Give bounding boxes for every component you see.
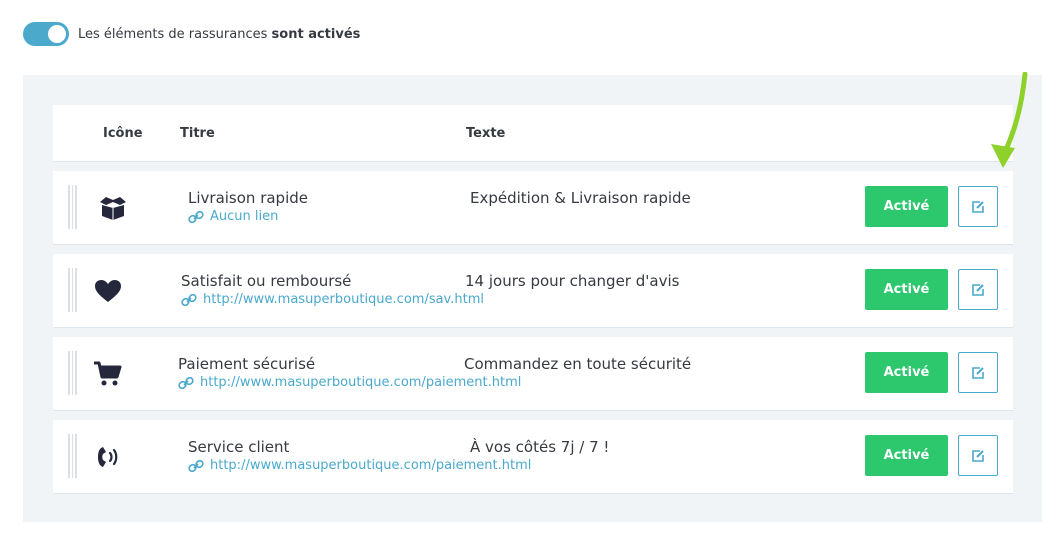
row-text: 14 jours pour changer d'avis [465,272,680,290]
edit-icon [972,449,984,462]
row-link[interactable]: http://www.masuperboutique.com/paiement.… [178,375,521,390]
drag-handle[interactable] [68,185,77,229]
row-link-text: http://www.masuperboutique.com/paiement.… [200,375,522,390]
drag-handle[interactable] [68,268,77,312]
row-link-text: Aucun lien [210,209,279,224]
reassurance-panel: Icône Titre Texte Livraison rapide Aucun… [23,75,1042,522]
row-text: Expédition & Livraison rapide [470,189,691,207]
edit-button[interactable] [958,269,998,310]
edit-button[interactable] [958,186,998,227]
edit-icon [972,283,984,296]
link-icon [188,210,204,223]
row-title: Paiement sécurisé [178,355,316,373]
row-link[interactable]: Aucun lien [188,209,278,224]
active-status-button[interactable]: Activé [865,186,948,227]
annotation-arrow [991,72,1028,168]
box-icon [98,194,128,222]
row-link-text: http://www.masuperboutique.com/paiement.… [210,458,532,473]
active-status-button[interactable]: Activé [865,269,948,310]
toggle-knob [48,25,66,43]
row-title: Satisfait ou remboursé [181,272,352,290]
cart-icon [93,360,123,388]
row-link[interactable]: http://www.masuperboutique.com/paiement.… [188,458,531,473]
table-header: Icône Titre Texte [53,105,1013,162]
edit-icon [972,200,984,213]
toggle-label-status: sont activés [271,26,361,42]
drag-handle[interactable] [68,434,77,478]
active-status-button[interactable]: Activé [865,352,948,393]
reassurance-toggle-switch[interactable] [23,22,69,46]
row-link[interactable]: http://www.masuperboutique.com/sav.html [181,292,484,307]
edit-button[interactable] [958,435,998,476]
link-icon [178,376,194,389]
heart-icon [93,277,123,305]
row-text: Commandez en toute sécurité [464,355,692,373]
phone-icon [95,443,125,471]
reassurance-toggle-row: Les éléments de rassurances sont activés [23,22,360,46]
row-title: Service client [188,438,290,456]
header-title: Titre [180,126,215,141]
toggle-label-prefix: Les éléments de rassurances [78,26,268,42]
toggle-label: Les éléments de rassurances sont activés [78,27,360,42]
edit-icon [972,366,984,379]
link-icon [188,459,204,472]
drag-handle[interactable] [68,351,77,395]
row-link-text: http://www.masuperboutique.com/sav.html [203,292,484,307]
header-text: Texte [466,126,506,141]
table-row: Livraison rapide Aucun lien Expédition &… [53,171,1013,245]
header-icon: Icône [103,126,143,141]
table-row: Paiement sécurisé http://www.masuperbout… [53,337,1013,411]
row-text: À vos côtés 7j / 7 ! [470,438,610,456]
edit-button[interactable] [958,352,998,393]
active-status-button[interactable]: Activé [865,435,948,476]
row-title: Livraison rapide [188,189,308,207]
table-row: Satisfait ou remboursé http://www.masupe… [53,254,1013,328]
link-icon [181,293,197,306]
table-row: Service client http://www.masuperboutiqu… [53,420,1013,494]
